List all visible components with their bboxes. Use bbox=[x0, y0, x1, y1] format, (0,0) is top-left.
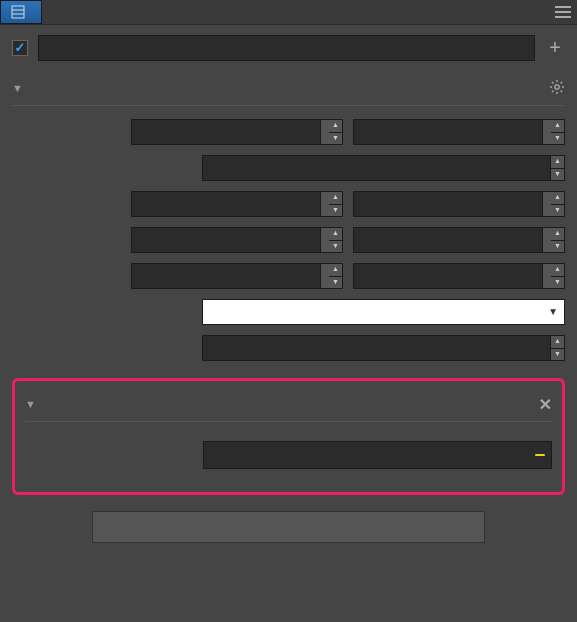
axis-x-badge bbox=[321, 119, 329, 145]
component-section-header[interactable]: ▼ ✕ bbox=[25, 389, 552, 422]
inspector-tab[interactable] bbox=[0, 0, 42, 24]
anchor-y-input[interactable] bbox=[353, 227, 543, 253]
collapse-icon: ▼ bbox=[12, 83, 23, 95]
opacity-spinner[interactable]: ▲▼ bbox=[551, 335, 565, 361]
scale-y-spinner[interactable]: ▲▼ bbox=[551, 191, 565, 217]
close-icon[interactable]: ✕ bbox=[539, 395, 552, 415]
anchor-x-spinner[interactable]: ▲▼ bbox=[329, 227, 343, 253]
dropdown-caret-icon: ▼ bbox=[548, 307, 558, 318]
position-x-spinner[interactable]: ▲▼ bbox=[329, 119, 343, 145]
position-y-spinner[interactable]: ▲▼ bbox=[551, 119, 565, 145]
gear-icon[interactable] bbox=[549, 79, 565, 99]
inspector-icon bbox=[11, 5, 25, 19]
rotation-spinner[interactable]: ▲▼ bbox=[551, 155, 565, 181]
add-component-button[interactable] bbox=[92, 511, 485, 543]
component-highlight: ▼ ✕ bbox=[12, 378, 565, 495]
position-x-input[interactable] bbox=[131, 119, 321, 145]
collapse-icon: ▼ bbox=[25, 399, 36, 411]
size-h-input[interactable] bbox=[353, 263, 543, 289]
scale-x-input[interactable] bbox=[131, 191, 321, 217]
size-h-spinner[interactable]: ▲▼ bbox=[551, 263, 565, 289]
anchor-x-input[interactable] bbox=[131, 227, 321, 253]
node-name-input[interactable] bbox=[38, 35, 535, 61]
position-y-input[interactable] bbox=[353, 119, 543, 145]
add-button[interactable]: + bbox=[545, 38, 565, 58]
node-section-header[interactable]: ▼ bbox=[12, 73, 565, 106]
rotation-input[interactable] bbox=[202, 155, 551, 181]
tab-bar bbox=[0, 0, 577, 25]
panel-menu-icon[interactable] bbox=[549, 0, 577, 24]
scale-y-input[interactable] bbox=[353, 191, 543, 217]
color-picker[interactable]: ▼ bbox=[202, 299, 565, 325]
anchor-y-spinner[interactable]: ▲▼ bbox=[551, 227, 565, 253]
size-w-spinner[interactable]: ▲▼ bbox=[329, 263, 343, 289]
size-w-input[interactable] bbox=[131, 263, 321, 289]
node-enabled-checkbox[interactable] bbox=[12, 40, 28, 56]
script-field[interactable] bbox=[203, 441, 552, 469]
scale-x-spinner[interactable]: ▲▼ bbox=[329, 191, 343, 217]
opacity-input[interactable] bbox=[202, 335, 551, 361]
axis-y-badge bbox=[543, 119, 551, 145]
script-badge bbox=[535, 454, 545, 456]
